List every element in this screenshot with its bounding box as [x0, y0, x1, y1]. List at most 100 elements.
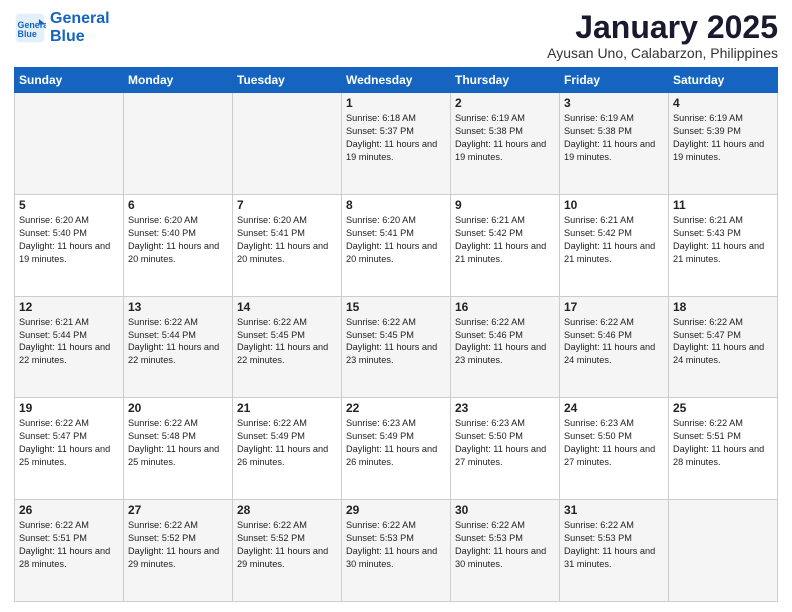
calendar-cell: 14 Sunrise: 6:22 AM Sunset: 5:45 PM Dayli…: [233, 296, 342, 398]
day-info: Sunrise: 6:22 AM Sunset: 5:46 PM Dayligh…: [455, 316, 555, 368]
calendar-cell: 11Sunrise: 6:21 AM Sunset: 5:43 PM Dayli…: [669, 194, 778, 296]
day-info: Sunrise: 6:21 AM Sunset: 5:42 PM Dayligh…: [455, 214, 555, 266]
day-info: Sunrise: 6:20 AM Sunset: 5:40 PM Dayligh…: [128, 214, 228, 266]
day-number: 15: [346, 300, 446, 314]
day-info: Sunrise: 6:19 AM Sunset: 5:38 PM Dayligh…: [455, 112, 555, 164]
calendar-cell: 29Sunrise: 6:22 AM Sunset: 5:53 PM Dayli…: [342, 500, 451, 602]
logo: General Blue GeneralBlue: [14, 10, 110, 45]
calendar-cell: 22 Sunrise: 6:23 AM Sunset: 5:49 PM Dayli…: [342, 398, 451, 500]
calendar-cell: 17 Sunrise: 6:22 AM Sunset: 5:46 PM Dayli…: [560, 296, 669, 398]
day-info: Sunrise: 6:22 AM Sunset: 5:44 PM Dayligh…: [128, 316, 228, 368]
day-number: 8: [346, 198, 446, 212]
day-number: 27: [128, 503, 228, 517]
calendar-cell: 4 Sunrise: 6:19 AM Sunset: 5:39 PM Daylig…: [669, 93, 778, 195]
day-number: 19: [19, 401, 119, 415]
day-number: 22: [346, 401, 446, 415]
calendar-cell: 9Sunrise: 6:21 AM Sunset: 5:42 PM Daylig…: [451, 194, 560, 296]
day-info: Sunrise: 6:20 AM Sunset: 5:41 PM Dayligh…: [346, 214, 446, 266]
calendar-title: January 2025: [547, 10, 778, 45]
calendar-cell: 24 Sunrise: 6:23 AM Sunset: 5:50 PM Dayli…: [560, 398, 669, 500]
calendar-cell: 27Sunrise: 6:22 AM Sunset: 5:52 PM Dayli…: [124, 500, 233, 602]
week-row-4: 26 Sunrise: 6:22 AM Sunset: 5:51 PM Dayli…: [15, 500, 778, 602]
day-number: 24: [564, 401, 664, 415]
day-info: Sunrise: 6:23 AM Sunset: 5:50 PM Dayligh…: [455, 417, 555, 469]
day-number: 26: [19, 503, 119, 517]
header-friday: Friday: [560, 68, 669, 93]
day-info: Sunrise: 6:22 AM Sunset: 5:49 PM Dayligh…: [237, 417, 337, 469]
calendar-cell: 2 Sunrise: 6:19 AM Sunset: 5:38 PM Daylig…: [451, 93, 560, 195]
calendar-cell: 25 Sunrise: 6:22 AM Sunset: 5:51 PM Dayli…: [669, 398, 778, 500]
day-info: Sunrise: 6:22 AM Sunset: 5:53 PM Dayligh…: [455, 519, 555, 571]
day-number: 30: [455, 503, 555, 517]
calendar-cell: 31Sunrise: 6:22 AM Sunset: 5:53 PM Dayli…: [560, 500, 669, 602]
day-number: 13: [128, 300, 228, 314]
day-number: 1: [346, 96, 446, 110]
calendar-cell: 3Sunrise: 6:19 AM Sunset: 5:38 PM Daylig…: [560, 93, 669, 195]
day-info: Sunrise: 6:23 AM Sunset: 5:49 PM Dayligh…: [346, 417, 446, 469]
header-row: SundayMondayTuesdayWednesdayThursdayFrid…: [15, 68, 778, 93]
calendar-cell: 26 Sunrise: 6:22 AM Sunset: 5:51 PM Dayli…: [15, 500, 124, 602]
day-number: 25: [673, 401, 773, 415]
day-info: Sunrise: 6:18 AM Sunset: 5:37 PM Dayligh…: [346, 112, 446, 164]
week-row-3: 19Sunrise: 6:22 AM Sunset: 5:47 PM Dayli…: [15, 398, 778, 500]
calendar-subtitle: Ayusan Uno, Calabarzon, Philippines: [547, 45, 778, 61]
calendar-cell: 18Sunrise: 6:22 AM Sunset: 5:47 PM Dayli…: [669, 296, 778, 398]
day-info: Sunrise: 6:20 AM Sunset: 5:41 PM Dayligh…: [237, 214, 337, 266]
day-number: 11: [673, 198, 773, 212]
calendar-cell: 8 Sunrise: 6:20 AM Sunset: 5:41 PM Daylig…: [342, 194, 451, 296]
page: General Blue GeneralBlue January 2025 Ay…: [0, 0, 792, 612]
day-number: 28: [237, 503, 337, 517]
calendar-cell: [233, 93, 342, 195]
header: General Blue GeneralBlue January 2025 Ay…: [14, 10, 778, 61]
day-number: 23: [455, 401, 555, 415]
calendar-cell: [124, 93, 233, 195]
day-number: 14: [237, 300, 337, 314]
calendar-cell: 7 Sunrise: 6:20 AM Sunset: 5:41 PM Daylig…: [233, 194, 342, 296]
day-number: 21: [237, 401, 337, 415]
day-info: Sunrise: 6:22 AM Sunset: 5:45 PM Dayligh…: [346, 316, 446, 368]
week-row-0: 1 Sunrise: 6:18 AM Sunset: 5:37 PM Daylig…: [15, 93, 778, 195]
day-number: 12: [19, 300, 119, 314]
calendar-cell: 12 Sunrise: 6:21 AM Sunset: 5:44 PM Dayli…: [15, 296, 124, 398]
day-info: Sunrise: 6:22 AM Sunset: 5:51 PM Dayligh…: [19, 519, 119, 571]
day-info: Sunrise: 6:22 AM Sunset: 5:53 PM Dayligh…: [346, 519, 446, 571]
day-number: 4: [673, 96, 773, 110]
calendar-header: SundayMondayTuesdayWednesdayThursdayFrid…: [15, 68, 778, 93]
day-number: 17: [564, 300, 664, 314]
calendar-cell: 13 Sunrise: 6:22 AM Sunset: 5:44 PM Dayli…: [124, 296, 233, 398]
logo-text: GeneralBlue: [50, 10, 110, 45]
calendar-cell: 6Sunrise: 6:20 AM Sunset: 5:40 PM Daylig…: [124, 194, 233, 296]
calendar-cell: 20 Sunrise: 6:22 AM Sunset: 5:48 PM Dayli…: [124, 398, 233, 500]
day-number: 2: [455, 96, 555, 110]
day-info: Sunrise: 6:22 AM Sunset: 5:45 PM Dayligh…: [237, 316, 337, 368]
calendar-cell: 19Sunrise: 6:22 AM Sunset: 5:47 PM Dayli…: [15, 398, 124, 500]
day-info: Sunrise: 6:19 AM Sunset: 5:38 PM Dayligh…: [564, 112, 664, 164]
day-number: 10: [564, 198, 664, 212]
calendar-cell: 30 Sunrise: 6:22 AM Sunset: 5:53 PM Dayli…: [451, 500, 560, 602]
header-thursday: Thursday: [451, 68, 560, 93]
day-info: Sunrise: 6:22 AM Sunset: 5:46 PM Dayligh…: [564, 316, 664, 368]
day-info: Sunrise: 6:19 AM Sunset: 5:39 PM Dayligh…: [673, 112, 773, 164]
day-number: 16: [455, 300, 555, 314]
header-tuesday: Tuesday: [233, 68, 342, 93]
calendar-cell: 23 Sunrise: 6:23 AM Sunset: 5:50 PM Dayli…: [451, 398, 560, 500]
day-info: Sunrise: 6:22 AM Sunset: 5:51 PM Dayligh…: [673, 417, 773, 469]
day-number: 20: [128, 401, 228, 415]
header-saturday: Saturday: [669, 68, 778, 93]
header-wednesday: Wednesday: [342, 68, 451, 93]
header-sunday: Sunday: [15, 68, 124, 93]
week-row-1: 5 Sunrise: 6:20 AM Sunset: 5:40 PM Daylig…: [15, 194, 778, 296]
day-info: Sunrise: 6:23 AM Sunset: 5:50 PM Dayligh…: [564, 417, 664, 469]
day-number: 18: [673, 300, 773, 314]
calendar-cell: 1 Sunrise: 6:18 AM Sunset: 5:37 PM Daylig…: [342, 93, 451, 195]
day-info: Sunrise: 6:20 AM Sunset: 5:40 PM Dayligh…: [19, 214, 119, 266]
calendar-cell: [15, 93, 124, 195]
calendar-cell: 21 Sunrise: 6:22 AM Sunset: 5:49 PM Dayli…: [233, 398, 342, 500]
day-number: 5: [19, 198, 119, 212]
day-info: Sunrise: 6:22 AM Sunset: 5:48 PM Dayligh…: [128, 417, 228, 469]
calendar-body: 1 Sunrise: 6:18 AM Sunset: 5:37 PM Daylig…: [15, 93, 778, 602]
day-number: 7: [237, 198, 337, 212]
logo-icon: General Blue: [14, 12, 46, 44]
week-row-2: 12 Sunrise: 6:21 AM Sunset: 5:44 PM Dayli…: [15, 296, 778, 398]
day-info: Sunrise: 6:21 AM Sunset: 5:44 PM Dayligh…: [19, 316, 119, 368]
